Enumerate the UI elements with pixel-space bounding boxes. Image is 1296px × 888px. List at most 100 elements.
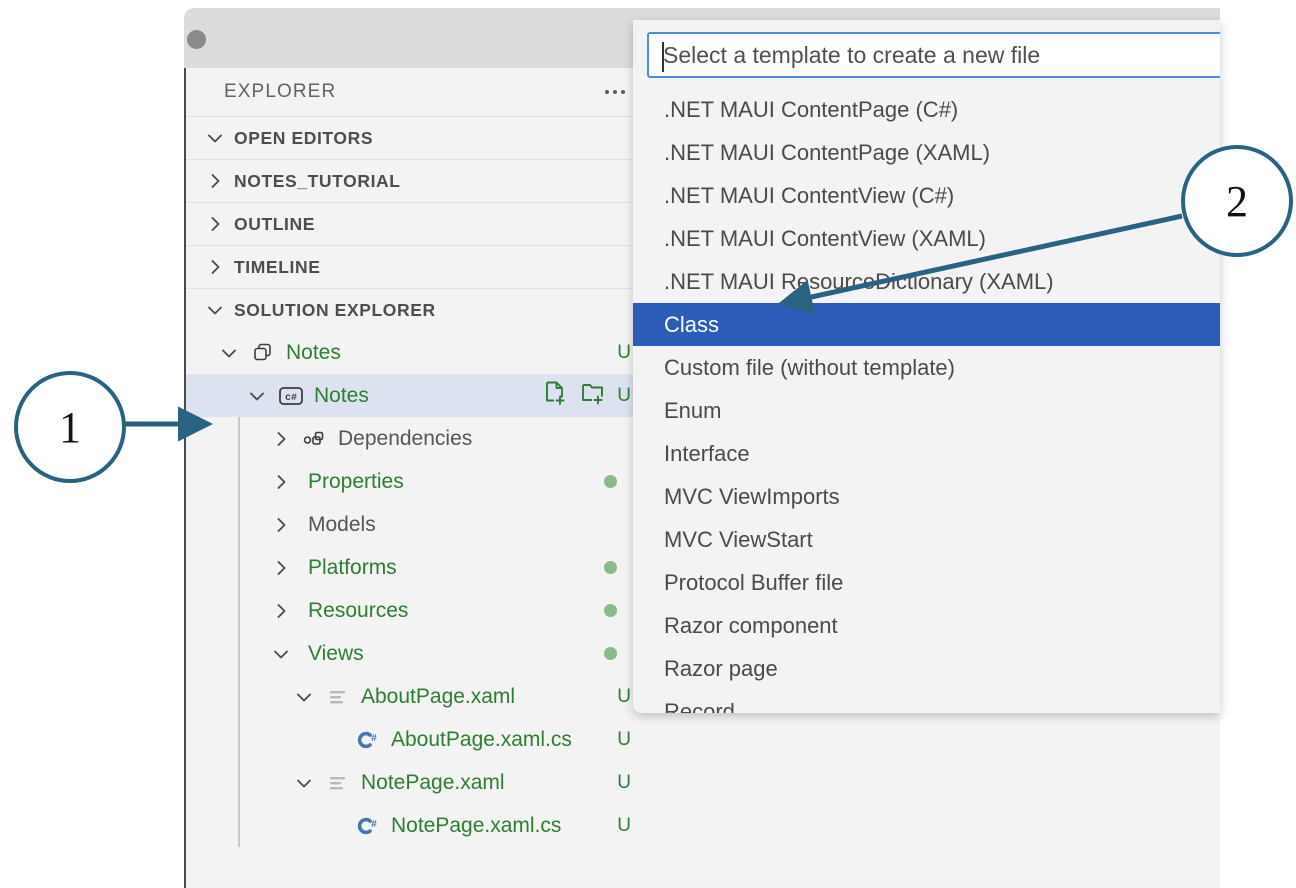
quickpick-dropdown: Select a template to create a new file .… (633, 20, 1220, 713)
csharp-file-icon: # (353, 729, 383, 751)
screenshot-root: EXPLORER OPEN EDITORS NOTES_TUTORIAL OUT… (0, 0, 1296, 888)
sidebar-section-open-editors[interactable]: OPEN EDITORS (186, 116, 645, 159)
tree-row-notepage-xaml[interactable]: NotePage.xaml U (186, 761, 645, 804)
xaml-icon (323, 686, 353, 708)
csharp-file-icon: # (353, 815, 383, 837)
tree-row-status: U (617, 718, 631, 761)
quickpick-input[interactable]: Select a template to create a new file (647, 32, 1220, 78)
page-title: EXPLORER (224, 81, 337, 102)
xaml-icon (323, 772, 353, 794)
svg-text:c#: c# (285, 393, 297, 404)
quickpick-item-selected[interactable]: Class (633, 303, 1220, 346)
explorer-sidebar: EXPLORER OPEN EDITORS NOTES_TUTORIAL OUT… (184, 68, 645, 888)
callout-number: 1 (59, 402, 81, 452)
quickpick-input-wrap: Select a template to create a new file (633, 20, 1220, 88)
quickpick-item[interactable]: MVC ViewImports (633, 475, 1220, 518)
tree-row-notepage-xaml-cs[interactable]: # NotePage.xaml.cs U (186, 804, 645, 847)
tree-item-label: Views (308, 641, 364, 665)
tree-row-models[interactable]: Models (186, 503, 645, 546)
quickpick-item[interactable]: .NET MAUI ContentPage (C#) (633, 88, 1220, 131)
tree-row-resources[interactable]: Resources (186, 589, 645, 632)
tree-row-notes-project[interactable]: c# Notes U (186, 374, 645, 417)
tree-row-status: U (617, 331, 631, 374)
quickpick-item[interactable]: Razor component (633, 604, 1220, 647)
tree-row-aboutpage-xaml-cs[interactable]: # AboutPage.xaml.cs U (186, 718, 645, 761)
new-folder-icon[interactable] (579, 379, 607, 412)
status-badge: U (617, 685, 631, 707)
tree-row-status (604, 460, 617, 503)
sidebar-section-notes-tutorial[interactable]: NOTES_TUTORIAL (186, 159, 645, 202)
tree-row-properties[interactable]: Properties (186, 460, 645, 503)
sidebar-section-label: TIMELINE (234, 256, 321, 277)
tree-item-label: Notes (286, 340, 341, 364)
chevron-right-icon[interactable] (268, 512, 294, 538)
tree-row-status: U (617, 804, 631, 847)
sidebar-section-timeline[interactable]: TIMELINE (186, 245, 645, 288)
chevron-right-icon[interactable] (268, 598, 294, 624)
chevron-down-icon (202, 297, 228, 323)
csharp-project-icon: c# (276, 385, 306, 407)
quickpick-item[interactable]: Enum (633, 389, 1220, 432)
tree-row-status: U (617, 761, 631, 804)
callout-number: 2 (1226, 176, 1248, 226)
quickpick-item[interactable]: .NET MAUI ContentPage (XAML) (633, 131, 1220, 174)
tree-row-actions: U (541, 374, 631, 417)
quickpick-item[interactable]: Razor page (633, 647, 1220, 690)
tree-row-dependencies[interactable]: Dependencies (186, 417, 645, 460)
tree-item-label: Resources (308, 598, 409, 622)
sidebar-section-label: NOTES_TUTORIAL (234, 170, 401, 191)
quickpick-list: .NET MAUI ContentPage (C#) .NET MAUI Con… (633, 88, 1220, 713)
tree-row[interactable]: Notes U (186, 331, 645, 374)
chevron-right-icon[interactable] (268, 469, 294, 495)
solution-explorer-tree: Notes U c# Notes U Dependencies Properti… (186, 331, 645, 847)
chevron-right-icon (202, 211, 228, 237)
tree-item-label: Properties (308, 469, 404, 493)
ellipsis-icon[interactable] (603, 84, 627, 100)
status-dot-icon (604, 475, 617, 488)
svg-text:#: # (371, 819, 377, 830)
quickpick-item[interactable]: .NET MAUI ResourceDictionary (XAML) (633, 260, 1220, 303)
quickpick-item[interactable]: Record (633, 690, 1220, 714)
status-dot-icon (604, 647, 617, 660)
chevron-down-icon[interactable] (244, 383, 270, 409)
status-dot-icon (604, 604, 617, 617)
quickpick-item[interactable]: .NET MAUI ContentView (XAML) (633, 217, 1220, 260)
chevron-right-icon[interactable] (268, 426, 294, 452)
tree-row-views[interactable]: Views (186, 632, 645, 675)
tree-item-label: Notes (314, 383, 369, 407)
chevron-down-icon[interactable] (268, 641, 294, 667)
quickpick-item[interactable]: Protocol Buffer file (633, 561, 1220, 604)
tree-row-platforms[interactable]: Platforms (186, 546, 645, 589)
chevron-down-icon[interactable] (291, 684, 317, 710)
tree-item-label: Models (308, 512, 376, 536)
svg-text:#: # (371, 733, 377, 744)
quickpick-item[interactable]: .NET MAUI ContentView (C#) (633, 174, 1220, 217)
sidebar-section-label: OPEN EDITORS (234, 127, 374, 148)
chevron-down-icon[interactable] (216, 340, 242, 366)
status-badge: U (617, 728, 631, 750)
chevron-right-icon (202, 254, 228, 280)
chevron-down-icon[interactable] (291, 770, 317, 796)
tree-row-aboutpage-xaml[interactable]: AboutPage.xaml U (186, 675, 645, 718)
tree-row-status (604, 546, 617, 589)
callout-badge-1: 1 (14, 371, 126, 483)
quickpick-item[interactable]: MVC ViewStart (633, 518, 1220, 561)
sidebar-section-outline[interactable]: OUTLINE (186, 202, 645, 245)
chevron-right-icon[interactable] (268, 555, 294, 581)
quickpick-item[interactable]: Custom file (without template) (633, 346, 1220, 389)
new-file-icon[interactable] (541, 379, 569, 412)
tree-item-label: NotePage.xaml (361, 770, 505, 794)
quickpick-item[interactable]: Interface (633, 432, 1220, 475)
tree-item-label: Dependencies (338, 426, 473, 450)
text-caret (662, 42, 664, 72)
sidebar-section-solution-explorer[interactable]: SOLUTION EXPLORER (186, 288, 645, 331)
window-dot-icon (187, 30, 206, 49)
chevron-down-icon (202, 125, 228, 151)
status-dot-icon (604, 561, 617, 574)
explorer-header: EXPLORER (186, 68, 645, 116)
sidebar-section-label: SOLUTION EXPLORER (234, 299, 436, 320)
tree-row-status: U (617, 675, 631, 718)
tree-item-label: AboutPage.xaml (361, 684, 516, 708)
